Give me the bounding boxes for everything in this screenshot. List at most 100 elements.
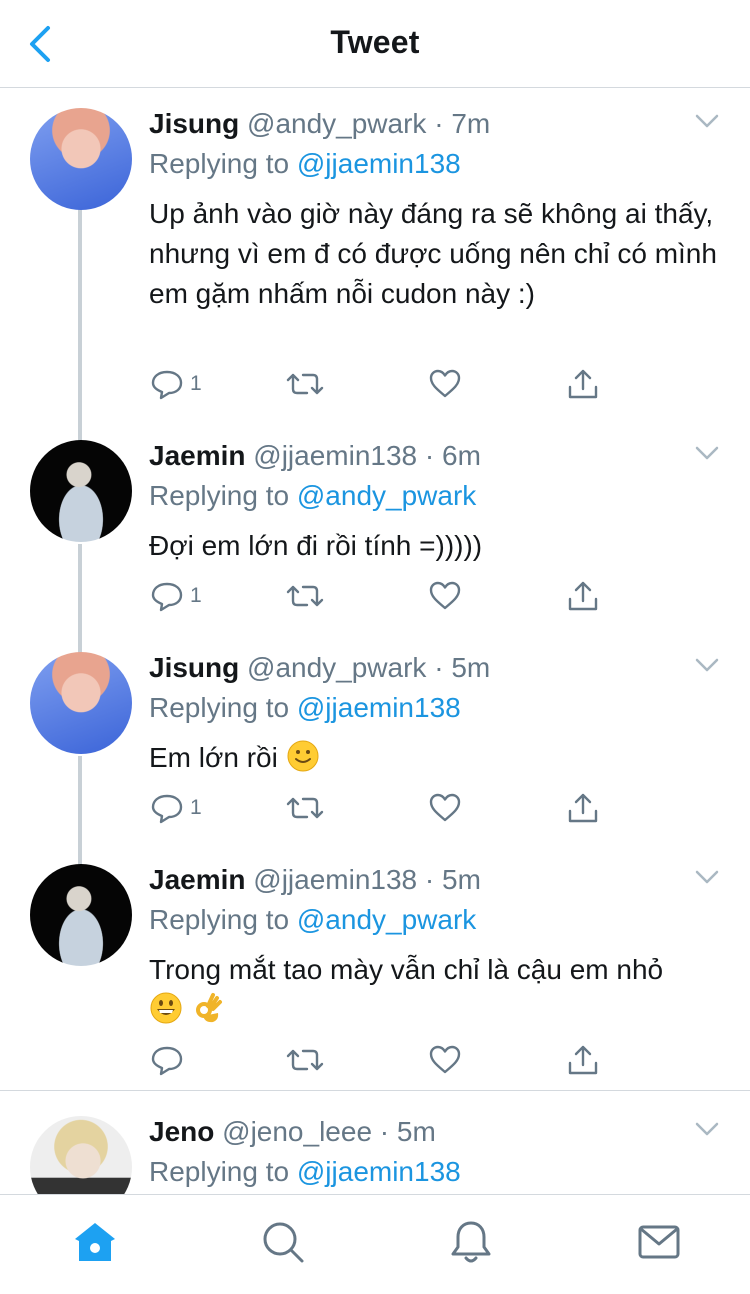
chevron-down-icon[interactable]: [694, 112, 720, 130]
retweet-button[interactable]: [286, 364, 324, 404]
replying-prefix: Replying to: [149, 148, 290, 179]
share-icon: [568, 1045, 598, 1075]
tweet-item[interactable]: Jisung @andy_pwark · 5m Replying to @jja…: [0, 650, 750, 850]
slightly-smiling-face-emoji: [287, 740, 319, 772]
mention-link[interactable]: @jjaemin138: [297, 148, 461, 179]
reply-icon: [151, 370, 183, 400]
tweet-text-container: Trong mắt tao mày vẫn chỉ là cậu em nhỏ: [149, 950, 719, 1030]
like-button[interactable]: [428, 576, 462, 616]
share-button[interactable]: [566, 364, 600, 404]
replying-prefix: Replying to: [149, 692, 290, 723]
replying-to: Replying to @andy_pwark: [149, 902, 476, 938]
avatar[interactable]: [30, 652, 132, 754]
ok-hand-emoji: [195, 993, 222, 1023]
separator-dot: ·: [434, 652, 444, 683]
mention-link[interactable]: @jjaemin138: [297, 1156, 461, 1187]
chevron-down-icon[interactable]: [694, 656, 720, 674]
tweet-thread: Jisung @andy_pwark · 7m Replying to @jja…: [0, 88, 750, 1194]
retweet-icon: [286, 585, 324, 607]
heart-icon: [429, 793, 461, 822]
tweet-meta: Jaemin @jjaemin138 · 5m: [149, 862, 481, 898]
tweet-text: Đợi em lớn đi rồi tính =))))): [149, 530, 483, 561]
separator-dot: ·: [424, 864, 435, 895]
retweet-button[interactable]: [286, 576, 324, 616]
mention-link[interactable]: @andy_pwark: [297, 480, 476, 511]
tweet-item[interactable]: Jeno @jeno_leee · 5m Replying to @jjaemi…: [0, 1114, 750, 1194]
author-name[interactable]: Jisung: [149, 108, 239, 139]
timestamp: 5m: [396, 1116, 436, 1147]
avatar[interactable]: [30, 108, 132, 210]
search-icon: [263, 1222, 304, 1263]
timestamp: 7m: [451, 108, 491, 139]
reply-button[interactable]: [150, 1040, 190, 1080]
tweet-meta: Jisung @andy_pwark · 7m: [149, 106, 490, 142]
like-button[interactable]: [428, 788, 462, 828]
avatar[interactable]: [30, 1116, 132, 1194]
like-button[interactable]: [428, 364, 462, 404]
heart-icon: [429, 581, 461, 610]
like-button[interactable]: [428, 1040, 462, 1080]
avatar[interactable]: [30, 440, 132, 542]
author-handle: @jeno_leee: [222, 1116, 373, 1147]
tweet-item[interactable]: Jaemin @jjaemin138 · 5m Replying to @and…: [0, 862, 750, 1084]
share-button[interactable]: [566, 788, 600, 828]
replying-to: Replying to @jjaemin138: [149, 146, 461, 182]
tweet-item[interactable]: Jaemin @jjaemin138 · 6m Replying to @and…: [0, 438, 750, 638]
timestamp: 5m: [451, 652, 491, 683]
tweet-actions: [150, 1040, 610, 1080]
mention-link[interactable]: @andy_pwark: [297, 904, 476, 935]
tweet-actions: 1: [150, 576, 610, 616]
tweet-text: Em lớn rồi: [149, 742, 278, 773]
separator-dot: ·: [379, 1116, 390, 1147]
timestamp: 6m: [442, 440, 481, 471]
chevron-down-icon[interactable]: [694, 1120, 720, 1138]
replying-to: Replying to @jjaemin138: [149, 1154, 461, 1190]
replying-prefix: Replying to: [149, 480, 290, 511]
timestamp: 5m: [442, 864, 481, 895]
tweet-text: Up ảnh vào giờ này đáng ra sẽ không ai t…: [149, 198, 717, 309]
author-name[interactable]: Jaemin: [149, 864, 246, 895]
retweet-button[interactable]: [286, 1040, 324, 1080]
retweet-icon: [286, 373, 324, 395]
heart-icon: [429, 1045, 461, 1074]
mail-icon: [638, 1225, 680, 1259]
reply-count: 1: [190, 584, 202, 607]
bell-icon: [451, 1221, 491, 1263]
reply-count: 1: [190, 796, 202, 819]
tweet-meta: Jisung @andy_pwark · 5m: [149, 650, 490, 686]
reply-icon: [151, 582, 183, 612]
author-name[interactable]: Jeno: [149, 1116, 214, 1147]
tweet-meta: Jeno @jeno_leee · 5m: [149, 1114, 436, 1150]
reply-button[interactable]: 1: [150, 788, 202, 828]
chevron-down-icon[interactable]: [694, 868, 720, 886]
share-icon: [568, 581, 598, 611]
author-name[interactable]: Jisung: [149, 652, 239, 683]
share-button[interactable]: [566, 1040, 600, 1080]
reply-button[interactable]: 1: [150, 576, 202, 616]
chevron-down-icon[interactable]: [694, 444, 720, 462]
heart-icon: [429, 369, 461, 398]
share-button[interactable]: [566, 576, 600, 616]
reply-button[interactable]: 1: [150, 364, 202, 404]
separator-dot: ·: [434, 108, 444, 139]
grinning-face-emoji: [150, 992, 182, 1024]
tab-notifications[interactable]: [446, 1217, 496, 1267]
tab-messages[interactable]: [634, 1217, 684, 1267]
retweet-button[interactable]: [286, 788, 324, 828]
reply-count: 1: [190, 372, 202, 395]
tab-search[interactable]: [258, 1217, 308, 1267]
tab-home[interactable]: [70, 1217, 120, 1267]
tweet-actions: 1: [150, 788, 610, 828]
avatar[interactable]: [30, 864, 132, 966]
mention-link[interactable]: @jjaemin138: [297, 692, 461, 723]
replying-to: Replying to @andy_pwark: [149, 478, 476, 514]
tweet-actions: 1: [150, 364, 610, 404]
tweet-text-container: Em lớn rồi: [149, 738, 719, 778]
tweet-meta: Jaemin @jjaemin138 · 6m: [149, 438, 481, 474]
retweet-icon: [286, 797, 324, 819]
home-icon: [75, 1223, 115, 1261]
share-icon: [568, 369, 598, 399]
tweet-item[interactable]: Jisung @andy_pwark · 7m Replying to @jja…: [0, 106, 750, 426]
replying-to: Replying to @jjaemin138: [149, 690, 461, 726]
author-name[interactable]: Jaemin: [149, 440, 246, 471]
